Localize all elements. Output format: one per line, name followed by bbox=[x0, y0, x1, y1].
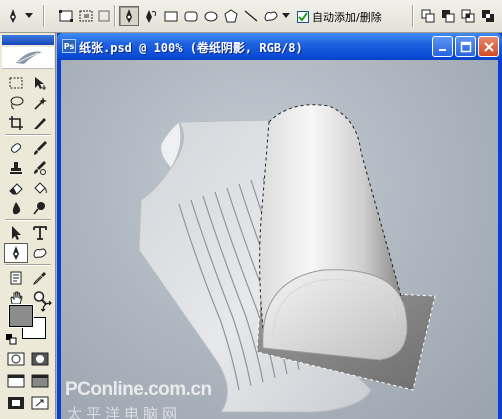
separator bbox=[412, 5, 414, 27]
line-icon[interactable] bbox=[241, 6, 261, 26]
pen-icon[interactable] bbox=[119, 6, 139, 26]
quick-mask-mode-icon[interactable] bbox=[28, 349, 52, 369]
clone-stamp-tool-icon[interactable] bbox=[4, 158, 28, 178]
eyedropper-tool-icon[interactable] bbox=[28, 268, 52, 288]
exclude-overlapping-areas-icon[interactable] bbox=[478, 6, 498, 26]
separator bbox=[114, 5, 116, 27]
auto-add-delete-option[interactable]: 自动添加/删除 bbox=[297, 9, 382, 25]
full-screen-with-menu-icon[interactable] bbox=[28, 371, 52, 391]
crop-tool-icon[interactable] bbox=[4, 113, 28, 133]
standard-screen-mode-icon[interactable] bbox=[4, 371, 28, 391]
toolbox-separator bbox=[5, 264, 51, 266]
blur-tool-icon[interactable] bbox=[4, 198, 28, 218]
shape-layers-icon[interactable] bbox=[56, 6, 76, 26]
history-brush-tool-icon[interactable] bbox=[28, 158, 52, 178]
paint-bucket-tool-icon[interactable] bbox=[28, 178, 52, 198]
toolbox bbox=[0, 33, 56, 419]
separator bbox=[43, 5, 45, 27]
notes-tool-icon[interactable] bbox=[4, 268, 28, 288]
watermark-text: PConline.com.cn bbox=[65, 379, 212, 400]
foreground-color-swatch[interactable] bbox=[8, 304, 34, 328]
document-window: Ps 纸张.psd @ 100% (卷纸阴影, RGB/8) PConline.… bbox=[57, 33, 502, 419]
options-bar: 自动添加/删除 bbox=[0, 0, 502, 33]
jump-to-imageready-icon[interactable] bbox=[28, 393, 52, 413]
watermark: PConline.com.cn 太平洋电脑网 bbox=[61, 379, 221, 419]
document-titlebar[interactable]: Ps 纸张.psd @ 100% (卷纸阴影, RGB/8) bbox=[57, 33, 502, 60]
pen-tool-preset-icon[interactable] bbox=[3, 6, 23, 26]
intersect-shape-areas-icon[interactable] bbox=[458, 6, 478, 26]
minimize-button[interactable] bbox=[432, 36, 453, 57]
toolbox-separator bbox=[5, 219, 51, 221]
ellipse-icon[interactable] bbox=[201, 6, 221, 26]
toolbox-titlebar[interactable] bbox=[2, 35, 54, 45]
path-selection-tool-icon[interactable] bbox=[4, 223, 28, 243]
brush-tool-icon[interactable] bbox=[28, 138, 52, 158]
swap-colors-icon[interactable] bbox=[40, 301, 54, 313]
fill-pixels-icon[interactable] bbox=[94, 6, 114, 26]
eraser-tool-icon[interactable] bbox=[4, 178, 28, 198]
custom-shape-tool-icon[interactable] bbox=[28, 243, 52, 263]
magic-wand-tool-icon[interactable] bbox=[28, 93, 52, 113]
maximize-button[interactable] bbox=[455, 36, 476, 57]
default-colors-icon[interactable] bbox=[4, 333, 18, 345]
custom-shape-icon[interactable] bbox=[261, 6, 281, 26]
document-title: 纸张.psd @ 100% (卷纸阴影, RGB/8) bbox=[79, 41, 303, 55]
photoshop-feather-logo[interactable] bbox=[2, 47, 54, 69]
freeform-pen-icon[interactable] bbox=[141, 6, 161, 26]
full-screen-mode-icon[interactable] bbox=[4, 393, 28, 413]
lasso-tool-icon[interactable] bbox=[4, 93, 28, 113]
type-tool-icon[interactable] bbox=[28, 223, 52, 243]
close-button[interactable] bbox=[478, 36, 499, 57]
rounded-rectangle-icon[interactable] bbox=[181, 6, 201, 26]
standard-mode-icon[interactable] bbox=[4, 349, 28, 369]
polygon-icon[interactable] bbox=[221, 6, 241, 26]
paths-icon[interactable] bbox=[76, 6, 96, 26]
toolbox-separator bbox=[5, 134, 51, 136]
move-tool-icon[interactable] bbox=[28, 73, 52, 93]
document-canvas[interactable]: PConline.com.cn 太平洋电脑网 bbox=[61, 60, 498, 419]
custom-shape-dropdown-icon[interactable] bbox=[280, 6, 292, 26]
auto-add-delete-checkbox[interactable] bbox=[297, 11, 309, 23]
preset-dropdown-arrow-icon[interactable] bbox=[23, 6, 35, 26]
subtract-from-shape-area-icon[interactable] bbox=[438, 6, 458, 26]
pen-tool-icon[interactable] bbox=[4, 243, 28, 263]
healing-brush-tool-icon[interactable] bbox=[4, 138, 28, 158]
curled-paper-artwork bbox=[138, 104, 436, 413]
marquee-tool-icon[interactable] bbox=[4, 73, 28, 93]
photoshop-document-icon[interactable]: Ps bbox=[62, 39, 76, 53]
add-to-shape-area-icon[interactable] bbox=[418, 6, 438, 26]
slice-tool-icon[interactable] bbox=[28, 113, 52, 133]
dodge-tool-icon[interactable] bbox=[28, 198, 52, 218]
rectangle-shape-icon[interactable] bbox=[161, 6, 181, 26]
watermark-chinese-text: 太平洋电脑网 bbox=[67, 405, 182, 419]
auto-add-delete-label: 自动添加/删除 bbox=[312, 11, 382, 24]
